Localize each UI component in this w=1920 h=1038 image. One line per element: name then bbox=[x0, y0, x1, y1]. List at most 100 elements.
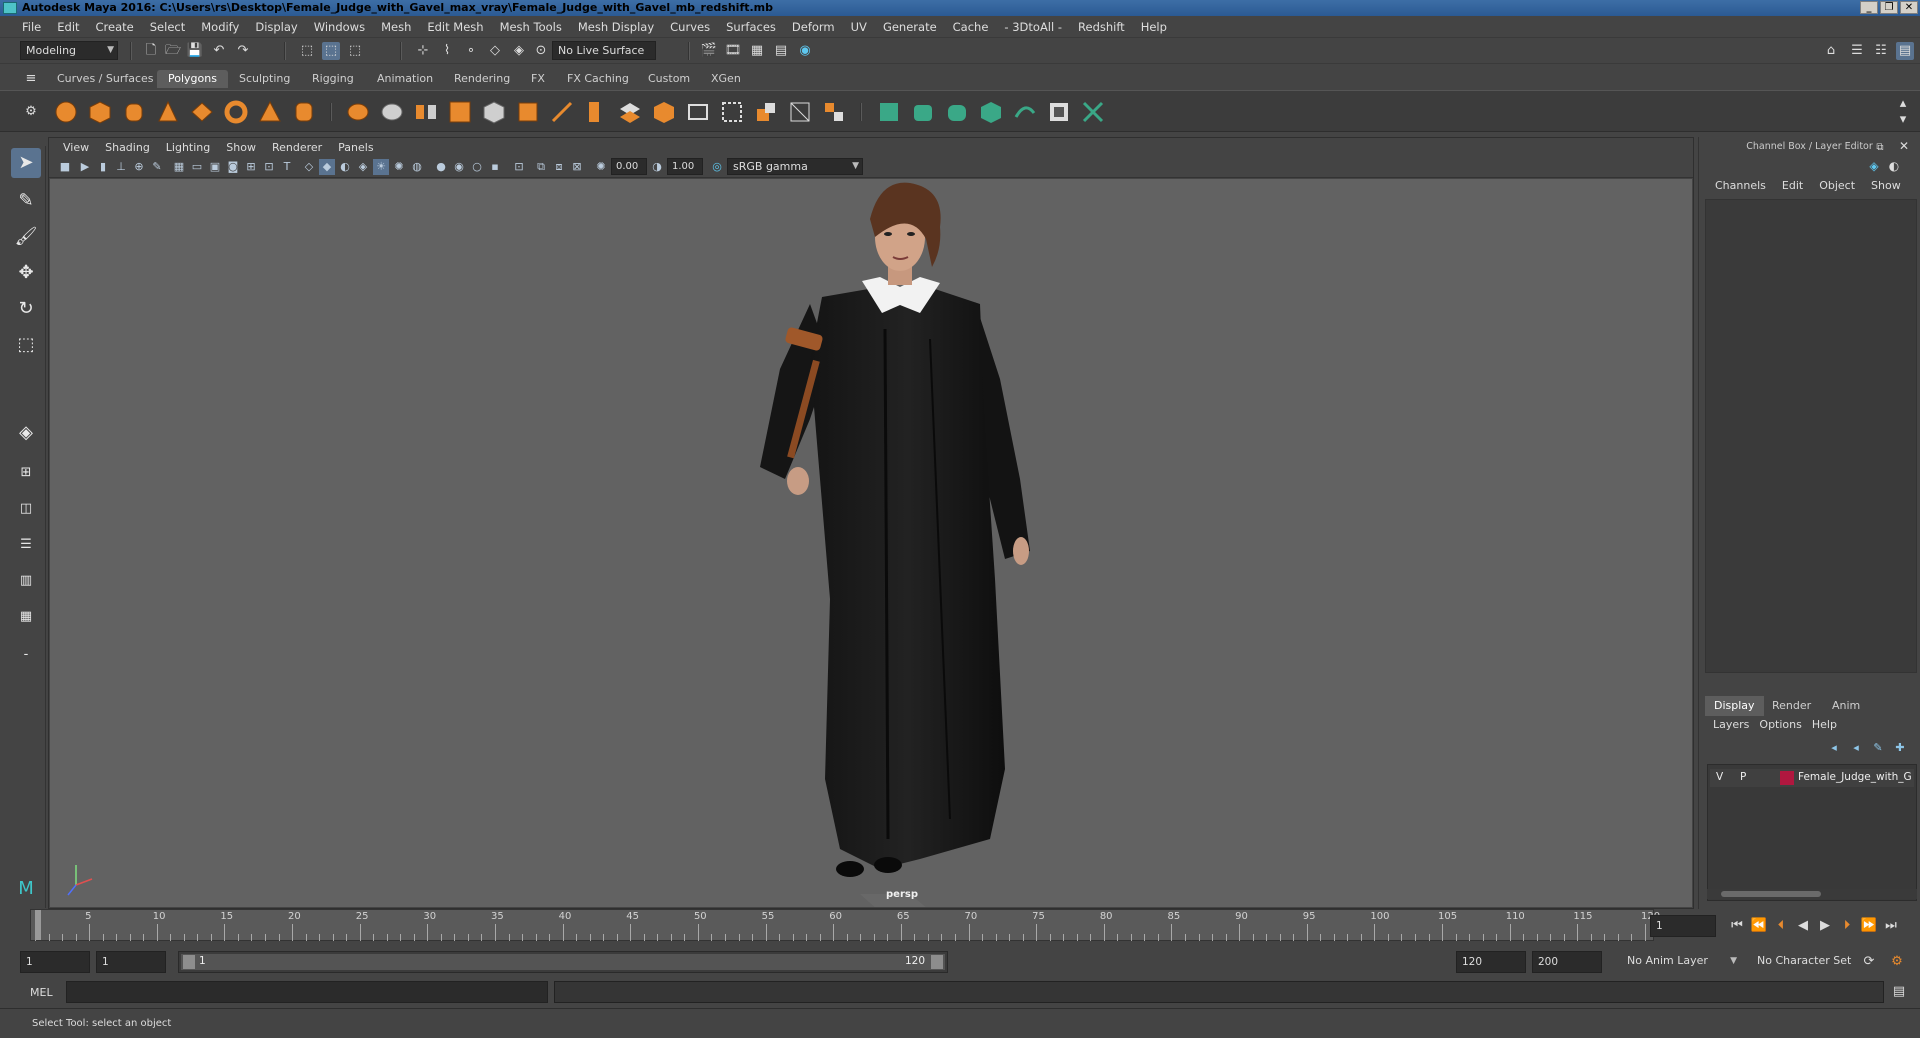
cb-menu-show[interactable]: Show bbox=[1863, 179, 1909, 192]
snap-grid-icon[interactable]: ⊹ bbox=[414, 42, 432, 60]
color-space-dropdown[interactable]: sRGB gamma ▼ bbox=[727, 158, 863, 175]
uv-editor-icon[interactable] bbox=[1046, 99, 1072, 125]
attribute-editor-icon[interactable]: ◐ bbox=[1885, 157, 1903, 175]
script-editor-icon[interactable]: ▤ bbox=[1890, 983, 1908, 1001]
playback-start-field[interactable]: 1 bbox=[96, 951, 166, 973]
exposure-field[interactable]: 0.00 bbox=[611, 158, 647, 175]
move-layer-up-icon[interactable]: ◂ bbox=[1825, 739, 1843, 757]
xray-icon[interactable]: ▪ bbox=[487, 159, 503, 175]
panel-menu-show[interactable]: Show bbox=[218, 141, 264, 154]
layer-row[interactable]: V P Female_Judge_with_G bbox=[1710, 769, 1914, 787]
step-back-frame-icon[interactable]: ⏪ bbox=[1750, 917, 1768, 935]
tab-rigging[interactable]: Rigging bbox=[301, 70, 365, 88]
animation-start-field[interactable]: 1 bbox=[20, 951, 90, 973]
render-current-frame-icon[interactable]: 🎬 bbox=[700, 42, 718, 60]
tool-settings-icon[interactable]: ☷ bbox=[1872, 42, 1890, 60]
textured-icon[interactable]: ◈ bbox=[355, 159, 371, 175]
range-track[interactable]: 1 120 bbox=[178, 951, 948, 973]
wireframe-icon[interactable]: ◇ bbox=[301, 159, 317, 175]
animation-preferences-icon[interactable]: ⚙ bbox=[1888, 953, 1906, 971]
anim-layer-dropdown[interactable]: No Anim Layer ▼ bbox=[1622, 951, 1740, 973]
use-all-lights-icon[interactable]: ☀ bbox=[373, 159, 389, 175]
bridge-icon[interactable] bbox=[583, 99, 609, 125]
gamma-icon[interactable]: ◑ bbox=[649, 159, 665, 175]
tab-polygons[interactable]: Polygons bbox=[157, 70, 228, 88]
tab-rendering[interactable]: Rendering bbox=[443, 70, 521, 88]
hypershade-layout-icon[interactable]: ▦ bbox=[11, 602, 41, 632]
render-sequence-icon[interactable]: 🎞 bbox=[724, 42, 742, 60]
command-input[interactable] bbox=[66, 981, 548, 1003]
menu-edit-mesh[interactable]: Edit Mesh bbox=[419, 20, 491, 34]
safe-action-icon[interactable]: ⊡ bbox=[261, 159, 277, 175]
play-backwards-icon[interactable]: ◀ bbox=[1794, 917, 1812, 935]
tab-render[interactable]: Render bbox=[1763, 696, 1820, 716]
live-surface-field[interactable]: No Live Surface bbox=[552, 41, 656, 60]
render-settings-icon[interactable]: ▤ bbox=[772, 42, 790, 60]
cb-menu-channels[interactable]: Channels bbox=[1707, 179, 1774, 192]
le-menu-options[interactable]: Options bbox=[1755, 718, 1807, 731]
hud-icon[interactable]: ⊠ bbox=[569, 159, 585, 175]
smooth-shade-icon[interactable]: ◆ bbox=[319, 159, 335, 175]
layer-playback-toggle[interactable]: P bbox=[1740, 771, 1746, 783]
outliner-persp-layout-icon[interactable]: ☰ bbox=[11, 530, 41, 560]
layer-color-swatch[interactable] bbox=[1780, 771, 1794, 785]
rotate-tool-icon[interactable]: ↻ bbox=[11, 294, 41, 324]
fill-hole-icon[interactable] bbox=[651, 99, 677, 125]
motion-blur-icon[interactable]: ● bbox=[433, 159, 449, 175]
film-gate-icon[interactable]: ▭ bbox=[189, 159, 205, 175]
step-back-key-icon[interactable]: ⏴ bbox=[1772, 917, 1790, 935]
menu-surfaces[interactable]: Surfaces bbox=[718, 20, 784, 34]
snap-live-icon[interactable]: ⊙ bbox=[532, 42, 550, 60]
camera-select-icon[interactable]: ■ bbox=[57, 159, 73, 175]
toolbox-collapse-icon[interactable]: - bbox=[11, 640, 41, 670]
tab-sculpting[interactable]: Sculpting bbox=[228, 70, 301, 88]
tab-xgen[interactable]: XGen bbox=[700, 70, 752, 88]
panel-menu-shading[interactable]: Shading bbox=[97, 141, 158, 154]
new-layer-icon[interactable]: ✎ bbox=[1869, 739, 1887, 757]
menu-mesh-tools[interactable]: Mesh Tools bbox=[492, 20, 570, 34]
color-management-icon[interactable]: ◎ bbox=[709, 159, 725, 175]
gamma-field[interactable]: 1.00 bbox=[667, 158, 703, 175]
panel-menu-renderer[interactable]: Renderer bbox=[264, 141, 330, 154]
move-tool-icon[interactable]: ✥ bbox=[11, 258, 41, 288]
save-scene-icon[interactable]: 💾 bbox=[186, 42, 204, 60]
camera-attributes-icon[interactable]: ▶ bbox=[77, 159, 93, 175]
combine-icon[interactable] bbox=[345, 99, 371, 125]
ipr-render-icon[interactable]: ▦ bbox=[748, 42, 766, 60]
field-chart-icon[interactable]: ⊞ bbox=[243, 159, 259, 175]
panel-menu-lighting[interactable]: Lighting bbox=[158, 141, 218, 154]
target-weld-icon[interactable] bbox=[787, 99, 813, 125]
smooth-icon[interactable] bbox=[447, 99, 473, 125]
xray-active-icon[interactable]: ⧈ bbox=[551, 159, 567, 175]
current-frame-marker[interactable] bbox=[35, 910, 41, 940]
isolate-select-icon[interactable]: ⊡ bbox=[511, 159, 527, 175]
go-to-end-icon[interactable]: ⏭ bbox=[1882, 917, 1900, 935]
menu-display[interactable]: Display bbox=[247, 20, 305, 34]
undo-icon[interactable]: ↶ bbox=[210, 42, 228, 60]
panel-menu-view[interactable]: View bbox=[55, 141, 97, 154]
tab-curves-surfaces[interactable]: Curves / Surfaces bbox=[46, 70, 165, 88]
channel-box-icon[interactable]: ◈ bbox=[1865, 157, 1883, 175]
graph-editor-layout-icon[interactable]: ▥ bbox=[11, 566, 41, 596]
range-start-handle[interactable] bbox=[183, 955, 195, 969]
cb-menu-edit[interactable]: Edit bbox=[1774, 179, 1811, 192]
bevel-icon[interactable] bbox=[515, 99, 541, 125]
open-scene-icon[interactable]: 🗁 bbox=[164, 42, 182, 60]
channel-box-toggle-icon[interactable]: ▤ bbox=[1896, 42, 1914, 60]
2d-pan-zoom-icon[interactable]: ⊕ bbox=[131, 159, 147, 175]
ambient-occlusion-icon[interactable]: ◍ bbox=[409, 159, 425, 175]
merge-icon[interactable] bbox=[821, 99, 847, 125]
current-frame-field[interactable]: 1 bbox=[1650, 915, 1716, 937]
bookmark-icon[interactable]: ▮ bbox=[95, 159, 111, 175]
menu-deform[interactable]: Deform bbox=[784, 20, 843, 34]
append-icon[interactable] bbox=[617, 99, 643, 125]
new-scene-icon[interactable]: 🗋 bbox=[142, 42, 160, 60]
minimize-button[interactable]: _ bbox=[1860, 1, 1878, 14]
lasso-tool-icon[interactable]: ✎ bbox=[11, 186, 41, 216]
select-object-icon[interactable]: ⬚ bbox=[322, 42, 340, 60]
command-language[interactable]: MEL bbox=[30, 986, 53, 999]
menu-modify[interactable]: Modify bbox=[193, 20, 247, 34]
single-perspective-layout-icon[interactable]: ◈ bbox=[11, 418, 41, 448]
tab-anim[interactable]: Anim bbox=[1823, 696, 1869, 716]
menu-file[interactable]: File bbox=[14, 20, 49, 34]
